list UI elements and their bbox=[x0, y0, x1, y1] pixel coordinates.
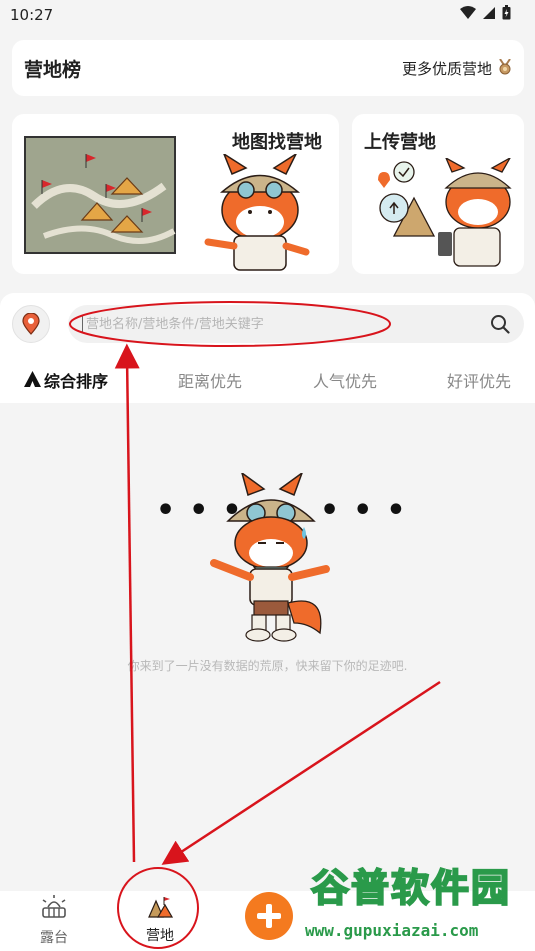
search-input[interactable] bbox=[82, 316, 482, 332]
balcony-icon bbox=[42, 895, 66, 918]
search-box[interactable] bbox=[68, 305, 524, 343]
location-pin-icon bbox=[22, 313, 40, 335]
upload-camp-title: 上传营地 bbox=[364, 132, 436, 153]
medal-icon bbox=[499, 59, 511, 75]
battery-icon bbox=[502, 5, 511, 20]
map-find-camp-card[interactable]: 地图找营地 bbox=[12, 114, 339, 274]
sort-tab-popularity[interactable]: 人气优先 bbox=[313, 368, 377, 392]
sort-tab-distance[interactable]: 距离优先 bbox=[178, 368, 242, 392]
watermark: 谷普软件园 www.gupuxiazai.com bbox=[295, 853, 535, 951]
upload-fox-illustration bbox=[378, 158, 512, 267]
fox-mascot-illustration bbox=[204, 154, 310, 271]
camp-ranking-card[interactable]: 营地榜 更多优质营地 bbox=[12, 40, 524, 96]
more-camps-link[interactable]: 更多优质营地 bbox=[402, 58, 492, 79]
nav-label-balcony: 露台 bbox=[40, 930, 68, 946]
nav-item-balcony[interactable]: 露台 bbox=[14, 895, 94, 947]
fox-mascot-sad-illustration bbox=[210, 473, 330, 642]
wifi-icon bbox=[460, 5, 476, 19]
signal-icon bbox=[483, 6, 495, 19]
camp-icon bbox=[148, 897, 174, 918]
nav-item-camp[interactable]: 营地 bbox=[120, 895, 200, 945]
tent-icon bbox=[24, 371, 41, 387]
ranking-title: 营地榜 bbox=[24, 59, 82, 81]
plus-icon bbox=[257, 904, 281, 928]
add-button[interactable] bbox=[245, 892, 293, 940]
ellipsis-right: ••• bbox=[320, 493, 420, 528]
empty-message: 你来到了一片没有数据的荒原，快来留下你的足迹吧. bbox=[127, 659, 408, 673]
status-bar: 10:27 bbox=[0, 0, 535, 30]
status-time: 10:27 bbox=[10, 6, 54, 24]
upload-camp-card[interactable]: 上传营地 bbox=[352, 114, 524, 274]
camp-map-illustration bbox=[24, 136, 176, 254]
search-icon[interactable] bbox=[490, 314, 510, 334]
watermark-url: www.gupuxiazai.com bbox=[305, 921, 479, 940]
status-icons bbox=[460, 5, 511, 20]
sort-tabs: 综合排序 距离优先 人气优先 好评优先 bbox=[0, 366, 535, 394]
sort-tab-rating[interactable]: 好评优先 bbox=[447, 368, 511, 392]
location-button[interactable] bbox=[12, 305, 50, 343]
map-find-camp-title: 地图找营地 bbox=[232, 132, 322, 153]
nav-label-camp: 营地 bbox=[146, 928, 174, 944]
watermark-title: 谷普软件园 bbox=[310, 865, 512, 911]
empty-state: ••• ••• 你来到了一片没有数据的荒原，快来留下你的足迹吧. bbox=[0, 403, 535, 796]
sort-tab-comprehensive[interactable]: 综合排序 bbox=[44, 368, 108, 392]
